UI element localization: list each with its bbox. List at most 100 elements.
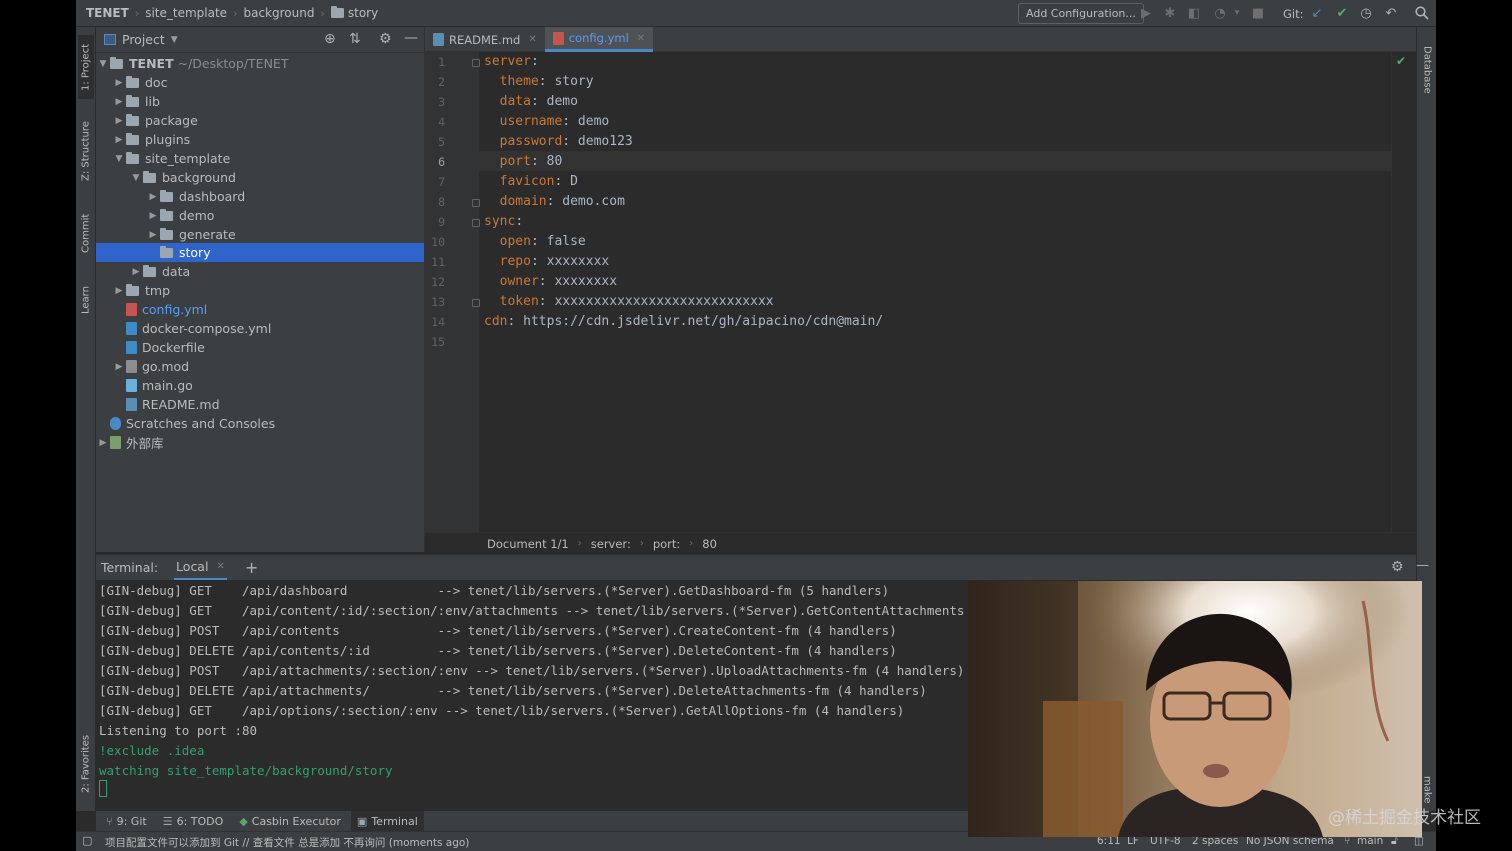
tree-item-main-go[interactable]: main.go xyxy=(96,376,424,395)
tree-item-tmp[interactable]: ▶ tmp xyxy=(96,281,424,300)
collapsed-arrow-icon[interactable]: ▶ xyxy=(129,267,143,277)
tree-item-package[interactable]: ▶ package xyxy=(96,111,424,130)
chevron-down-icon[interactable]: ▾ xyxy=(1229,5,1245,21)
editor-scroll-stripe[interactable]: ✔ xyxy=(1391,52,1416,532)
collapsed-arrow-icon[interactable]: ▶ xyxy=(112,362,126,372)
line-number: 3 xyxy=(438,95,445,109)
collapsed-arrow-icon[interactable]: ▶ xyxy=(112,78,126,88)
add-terminal-icon[interactable]: + xyxy=(245,558,258,577)
breadcrumb-item[interactable]: Document 1/1 xyxy=(487,537,569,551)
collapsed-arrow-icon[interactable]: ▶ xyxy=(112,116,126,126)
tree-item-plugins[interactable]: ▶ plugins xyxy=(96,130,424,149)
terminal-line: [GIN-debug] DELETE /api/contents/:id -->… xyxy=(99,643,897,658)
tree-item-site-template[interactable]: ▼ site_template xyxy=(96,149,424,168)
gear-icon[interactable]: ⚙ xyxy=(379,31,392,47)
todo-tool-button[interactable]: ☰ 6: TODO xyxy=(157,811,230,831)
chevron-right-icon: › xyxy=(320,6,325,20)
tree-item-label: plugins xyxy=(145,132,191,147)
tab-config-yml[interactable]: config.yml ✕ xyxy=(544,27,654,52)
project-view-selector[interactable]: Project xyxy=(122,32,165,47)
expanded-arrow-icon[interactable]: ▼ xyxy=(129,173,143,183)
git-tool-button[interactable]: ⑂ 9: Git xyxy=(100,811,153,831)
chevron-down-icon[interactable]: ▼ xyxy=(171,35,178,45)
close-icon[interactable]: ✕ xyxy=(528,34,536,45)
tree-item-go-mod[interactable]: ▶ go.mod xyxy=(96,357,424,376)
tree-item-background[interactable]: ▼ background xyxy=(96,168,424,187)
fold-icon[interactable] xyxy=(472,299,480,307)
coverage-icon[interactable]: ◧ xyxy=(1186,5,1202,21)
webcam-video xyxy=(968,581,1422,837)
expanded-arrow-icon[interactable]: ▼ xyxy=(112,154,126,164)
tree-item-label: tmp xyxy=(145,283,171,298)
collapsed-arrow-icon[interactable]: ▶ xyxy=(96,438,110,448)
tab-terminal-local[interactable]: Local ✕ xyxy=(174,555,227,581)
tree-item-data[interactable]: ▶ data xyxy=(96,262,424,281)
breadcrumb-item[interactable]: story xyxy=(348,6,378,20)
tree-item-config-yml[interactable]: config.yml xyxy=(96,300,424,319)
minimize-icon[interactable]: — xyxy=(1416,558,1429,573)
tree-item-external-libraries[interactable]: ▶ 外部库 xyxy=(96,433,424,452)
fold-icon[interactable] xyxy=(472,219,480,227)
database-tool-tab[interactable]: Database xyxy=(1419,35,1435,105)
tree-item-dashboard[interactable]: ▶ dashboard xyxy=(96,187,424,206)
collapsed-arrow-icon[interactable]: ▶ xyxy=(146,192,160,202)
minimize-icon[interactable]: — xyxy=(404,30,418,46)
history-icon[interactable]: ◷ xyxy=(1358,5,1374,21)
tree-item-label: lib xyxy=(145,94,160,109)
breadcrumb-item[interactable]: background xyxy=(243,6,314,20)
tree-item-docker-compose[interactable]: docker-compose.yml xyxy=(96,319,424,338)
profile-icon[interactable]: ◔ xyxy=(1212,5,1228,21)
layout-icon[interactable]: ▢ xyxy=(82,834,92,847)
debug-icon[interactable]: ✱ xyxy=(1162,5,1178,21)
tree-item-doc[interactable]: ▶ doc xyxy=(96,73,424,92)
breadcrumb-item[interactable]: port: xyxy=(653,537,680,551)
collapsed-arrow-icon[interactable]: ▶ xyxy=(112,135,126,145)
add-configuration-button[interactable]: Add Configuration... xyxy=(1018,3,1144,24)
git-commit-icon[interactable]: ✔ xyxy=(1334,5,1350,21)
rollback-icon[interactable]: ↶ xyxy=(1383,5,1399,21)
status-message[interactable]: 项目配置文件可以添加到 Git // 查看文件 总是添加 不再询问 (momen… xyxy=(105,835,469,850)
tree-item-label: docker-compose.yml xyxy=(142,321,272,336)
collapsed-arrow-icon[interactable]: ▶ xyxy=(146,211,160,221)
gear-icon[interactable]: ⚙ xyxy=(1391,559,1404,575)
project-tool-tab[interactable]: 1: Project xyxy=(78,35,94,99)
close-icon[interactable]: ✕ xyxy=(637,33,645,44)
fold-icon[interactable] xyxy=(472,199,480,207)
tree-root[interactable]: ▼ TENET ~/Desktop/TENET xyxy=(96,54,424,73)
tree-item-dockerfile[interactable]: Dockerfile xyxy=(96,338,424,357)
breadcrumb-item[interactable]: server: xyxy=(591,537,631,551)
markdown-file-icon xyxy=(126,398,137,411)
collapsed-arrow-icon[interactable]: ▶ xyxy=(112,286,126,296)
terminal-tool-button[interactable]: ▣ Terminal xyxy=(350,811,424,831)
expanded-arrow-icon[interactable]: ▼ xyxy=(96,59,110,69)
commit-tool-tab[interactable]: Commit xyxy=(78,205,94,261)
breadcrumb-item[interactable]: site_template xyxy=(145,6,227,20)
favorites-tool-tab[interactable]: 2: Favorites xyxy=(78,725,94,803)
stop-icon[interactable]: ■ xyxy=(1250,5,1266,21)
collapse-all-icon[interactable]: ⇅ xyxy=(349,31,361,47)
close-icon[interactable]: ✕ xyxy=(216,561,224,572)
git-update-icon[interactable]: ↙ xyxy=(1309,5,1325,21)
tree-item-scratches[interactable]: Scratches and Consoles xyxy=(96,414,424,433)
code-editor[interactable]: server: theme: story data: demo username… xyxy=(472,52,1391,532)
breadcrumb-item[interactable]: TENET xyxy=(86,6,129,20)
breadcrumb-item[interactable]: 80 xyxy=(702,537,717,551)
locate-icon[interactable]: ⊕ xyxy=(324,31,336,47)
tree-item-story[interactable]: story xyxy=(96,243,424,262)
casbin-tool-button[interactable]: ◆ Casbin Executor xyxy=(233,811,347,831)
run-icon[interactable]: ▶ xyxy=(1138,5,1154,21)
tree-item-readme[interactable]: README.md xyxy=(96,395,424,414)
learn-tool-tab[interactable]: Learn xyxy=(78,277,94,323)
collapsed-arrow-icon[interactable]: ▶ xyxy=(112,97,126,107)
tree-item-label: 外部库 xyxy=(126,436,164,451)
search-icon[interactable] xyxy=(1414,5,1430,21)
tree-item-lib[interactable]: ▶ lib xyxy=(96,92,424,111)
project-panel-header: Project ▼ xyxy=(96,27,424,53)
fold-icon[interactable] xyxy=(472,59,480,67)
tab-readme[interactable]: README.md ✕ xyxy=(425,27,545,52)
structure-tool-tab[interactable]: Z: Structure xyxy=(78,115,94,187)
collapsed-arrow-icon[interactable]: ▶ xyxy=(146,230,160,240)
tree-item-generate[interactable]: ▶ generate xyxy=(96,225,424,244)
tree-root-label: TENET xyxy=(129,56,174,71)
tree-item-demo[interactable]: ▶ demo xyxy=(96,206,424,225)
